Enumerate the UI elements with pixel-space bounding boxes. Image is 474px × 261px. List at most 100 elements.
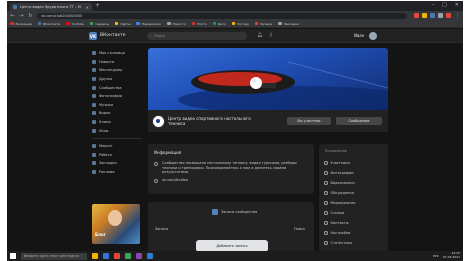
windows-start-icon[interactable] — [10, 253, 16, 259]
sidebar-item-label: Реклама — [99, 170, 115, 175]
bookmark-item[interactable]: Сервисы — [89, 21, 109, 26]
url-input[interactable]: vk.com/club200000000 — [37, 12, 407, 19]
extension-icon[interactable] — [430, 13, 435, 18]
bookmark-item[interactable]: Закладки — [278, 22, 299, 26]
sidebar-secondary-item[interactable]: Закладки — [92, 159, 142, 168]
bookmark-item[interactable]: Входящие — [10, 22, 32, 26]
right-menu-item[interactable]: Мероприятия — [324, 198, 383, 208]
taskbar-apps — [92, 253, 153, 259]
sidebar-item-label: Маркет — [99, 144, 113, 149]
vk-search-input[interactable]: ⌕ Поиск — [147, 32, 247, 40]
vk-user-name[interactable]: Иван — [354, 33, 364, 38]
bookmark-label: YouTube — [71, 21, 84, 26]
taskbar-app-icon[interactable] — [114, 253, 120, 259]
right-menu-item[interactable]: Контакты — [324, 218, 383, 228]
reload-icon[interactable]: ↻ — [28, 13, 33, 19]
sidebar-item[interactable]: Видео — [92, 109, 142, 118]
screen: Центр видео Эрудитского ТТ – М ✕ + – □ ✕… — [7, 1, 463, 261]
taskbar-app-icon[interactable] — [136, 253, 142, 259]
right-menu-item-label: Мероприятия — [330, 201, 356, 205]
close-window-button[interactable]: ✕ — [455, 2, 459, 8]
extension-icon[interactable] — [438, 13, 443, 18]
sidebar-item-icon — [92, 68, 96, 73]
back-arrow-icon[interactable]: ← — [10, 13, 15, 19]
bookmark-item[interactable]: Музыка — [254, 22, 272, 26]
vk-brand[interactable]: ВКонтакте — [100, 33, 125, 38]
posts-tab[interactable]: Записи — [155, 227, 168, 231]
sidebar-item-icon — [92, 111, 96, 116]
right-menu-item[interactable]: Статистика — [324, 238, 383, 248]
music-icon[interactable]: ♫ — [269, 33, 273, 38]
post-icon — [212, 209, 218, 215]
sidebar-item[interactable]: Мессенджер — [92, 66, 142, 75]
bookmark-item[interactable]: Диск — [212, 22, 226, 26]
extension-icon[interactable] — [446, 13, 451, 18]
sidebar-secondary-item[interactable]: Реклама — [92, 168, 142, 177]
info-website-row[interactable]: vk.com/ttvideo — [154, 178, 308, 183]
member-status-button[interactable]: Вы участник — [287, 117, 331, 125]
taskbar-search-input[interactable]: Введите здесь текст для поиска — [21, 252, 87, 260]
sidebar-item-icon — [92, 152, 96, 157]
sidebar-item[interactable]: Моя страница — [92, 49, 142, 58]
extension-icon[interactable] — [422, 13, 427, 18]
taskbar-app-icon[interactable] — [103, 253, 109, 259]
bookmark-item[interactable]: Погода — [231, 22, 249, 26]
menu-promo-image[interactable]: Блог — [92, 204, 140, 244]
bookmark-label: Карты — [120, 21, 131, 26]
right-menu-item[interactable]: Фотографии — [324, 168, 383, 178]
bookmark-item[interactable]: Карты — [114, 21, 131, 26]
bookmark-item[interactable]: Переводчик — [136, 22, 161, 26]
right-menu-item-icon — [324, 241, 328, 245]
bookmark-label: Сервисы — [95, 21, 109, 26]
bookmark-item[interactable]: Новости — [167, 22, 186, 26]
taskbar-app-icon[interactable] — [92, 253, 98, 259]
sidebar-item[interactable]: Друзья — [92, 75, 142, 84]
sidebar-item[interactable]: Новости — [92, 58, 142, 67]
sidebar-item[interactable]: Фотографии — [92, 92, 142, 101]
sidebar-item[interactable]: Сообщества — [92, 83, 142, 92]
maximize-button[interactable]: □ — [442, 2, 447, 8]
info-website-link[interactable]: vk.com/ttvideo — [162, 178, 188, 183]
sidebar-item-label: Работа — [99, 152, 112, 157]
send-message-button[interactable]: Сообщение — [336, 117, 382, 125]
post-title: Записи сообщества — [221, 210, 258, 214]
right-menu-item[interactable]: Ссылки — [324, 208, 383, 218]
language-indicator[interactable]: РУС — [433, 254, 439, 258]
system-tray: РУС 14:25 07.03.2021 — [433, 252, 460, 259]
minimize-button[interactable]: – — [432, 2, 435, 8]
link-icon — [154, 178, 158, 183]
sidebar-secondary-item[interactable]: Маркет — [92, 142, 142, 151]
sidebar-item[interactable]: Клипы — [92, 118, 142, 127]
forward-arrow-icon[interactable]: → — [19, 13, 24, 19]
avatar[interactable] — [369, 32, 377, 40]
bookmark-item[interactable]: Почта — [191, 21, 207, 26]
bookmark-label: Почта — [197, 21, 207, 26]
sidebar-secondary-item[interactable]: Работа — [92, 151, 142, 160]
taskbar-clock[interactable]: 14:25 07.03.2021 — [443, 252, 460, 259]
extension-icon[interactable] — [414, 13, 419, 18]
sidebar-item[interactable]: Музыка — [92, 101, 142, 110]
posts-search-link[interactable]: Поиск — [294, 227, 305, 231]
sidebar-item-icon — [92, 144, 96, 149]
new-tab-button[interactable]: + — [95, 3, 100, 9]
bookmark-item[interactable]: YouTube — [66, 22, 84, 26]
bookmark-item[interactable]: ВКонтакте — [37, 22, 60, 26]
sidebar-item-icon — [92, 161, 96, 166]
right-menu-item-label: Фотографии — [330, 171, 354, 175]
right-menu-item-label: Контакты — [330, 221, 349, 225]
browser-menu-icon[interactable]: ⋮ — [455, 13, 460, 19]
vk-logo[interactable]: VK — [89, 32, 97, 40]
right-menu-item[interactable]: Видеозаписи — [324, 178, 383, 188]
right-menu-item-icon — [324, 231, 328, 235]
right-menu-item[interactable]: Настройки — [324, 228, 383, 238]
right-menu-item[interactable]: Участники — [324, 158, 383, 168]
group-avatar[interactable] — [152, 115, 165, 128]
bell-icon[interactable]: 🔔︎ — [257, 33, 263, 38]
bookmark-favicon-icon — [191, 21, 196, 26]
browser-tab[interactable]: Центр видео Эрудитского ТТ – М ✕ — [10, 3, 92, 11]
close-tab-icon[interactable]: ✕ — [86, 5, 89, 10]
taskbar-app-icon[interactable] — [125, 253, 131, 259]
taskbar-app-icon[interactable] — [147, 253, 153, 259]
right-menu-item[interactable]: Обсуждения — [324, 188, 383, 198]
sidebar-item[interactable]: Игры — [92, 126, 142, 135]
